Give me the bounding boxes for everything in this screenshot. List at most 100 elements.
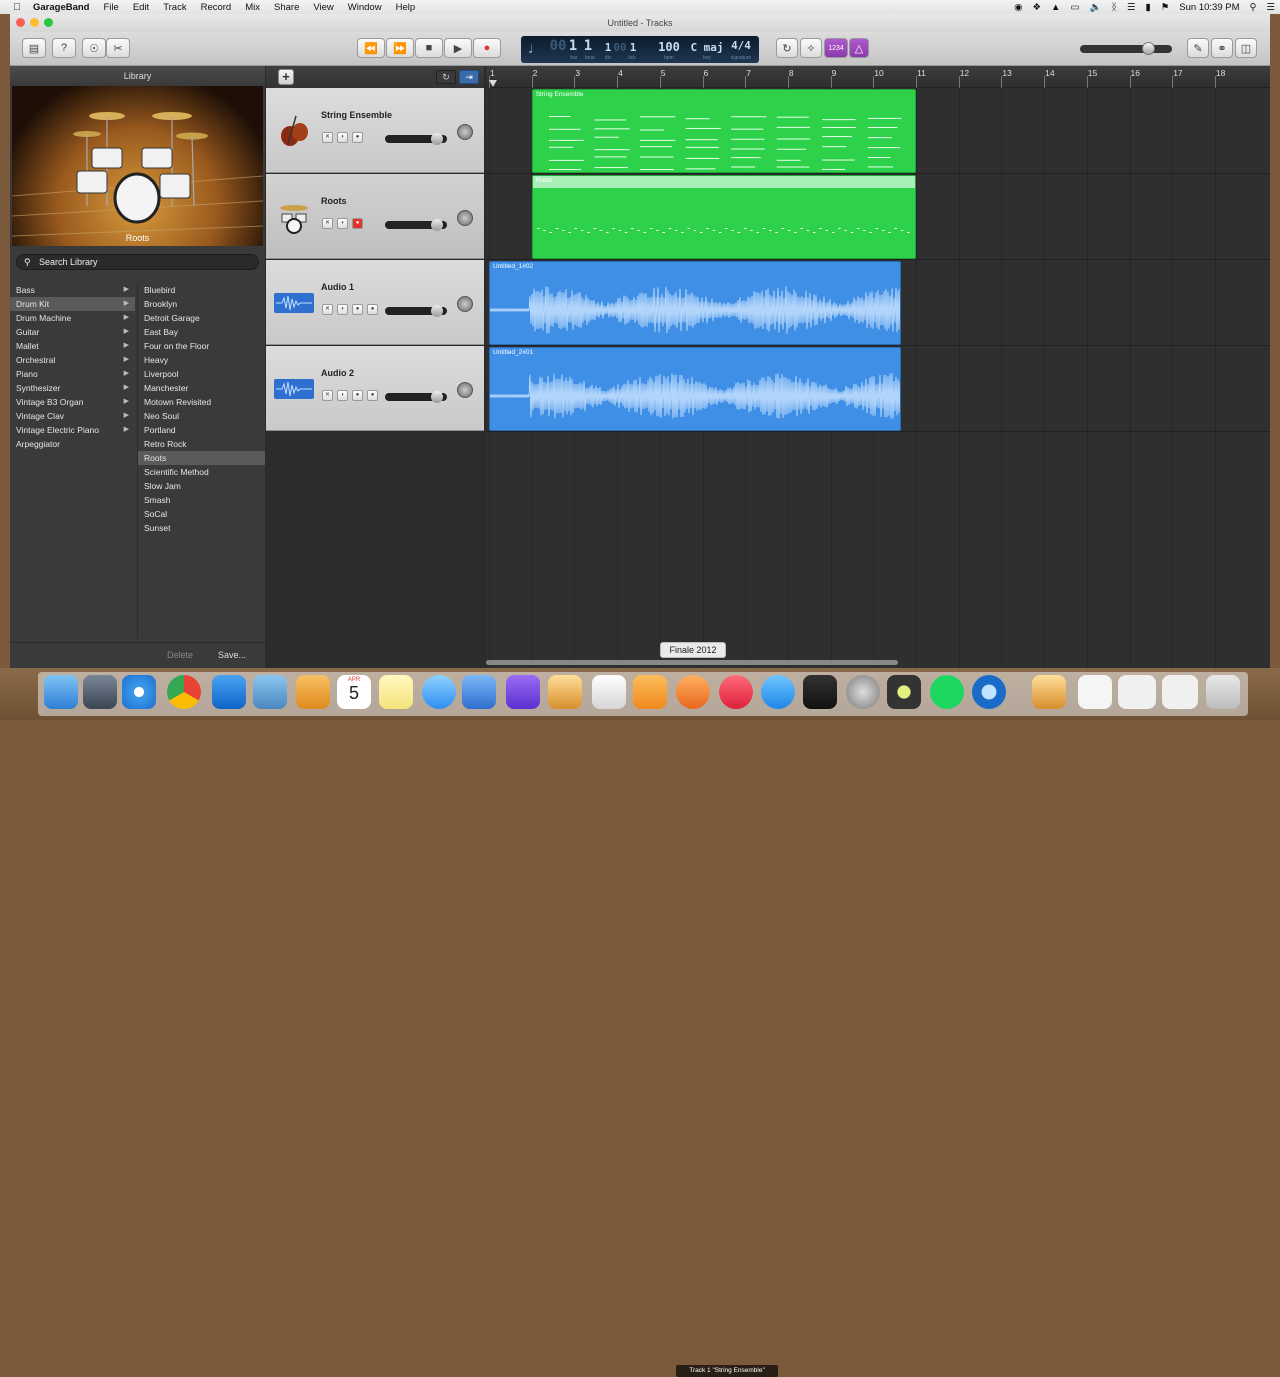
timeline-ruler[interactable]: 1 2 3 4 5 6 7 8 9 10 11 12 13 14 15 16 17 18	[486, 66, 1270, 88]
menu-edit[interactable]: Edit	[126, 2, 156, 13]
quick-help-button[interactable]: ?	[52, 38, 76, 58]
record-enable-button[interactable]: ●	[367, 304, 378, 315]
garageband-doc-icon[interactable]	[1032, 675, 1066, 709]
cycle-button[interactable]: ↻	[776, 38, 798, 58]
menu-share[interactable]: Share	[267, 2, 306, 13]
loop-browser-button[interactable]: ⚭	[1211, 38, 1233, 58]
finale-icon[interactable]	[676, 675, 710, 709]
library-category-item[interactable]: Synthesizer ▶	[10, 381, 135, 395]
menu-mix[interactable]: Mix	[238, 2, 267, 13]
track-header[interactable]: String Ensemble ✕ ◗ ●	[266, 88, 484, 173]
pages-icon[interactable]	[633, 675, 667, 709]
library-patch-item[interactable]: Slow Jam	[138, 479, 265, 493]
midi-region[interactable]: Roots	[531, 175, 916, 259]
library-category-item[interactable]: Vintage Clav ▶	[10, 409, 135, 423]
track-volume-knob[interactable]	[431, 305, 443, 317]
track-name[interactable]: Audio 1	[321, 282, 354, 292]
track-volume-knob[interactable]	[431, 133, 443, 145]
track-volume-slider[interactable]	[385, 219, 447, 231]
menu-clock[interactable]: Sun 10:39 PM	[1174, 2, 1244, 13]
library-patch-item[interactable]: Neo Soul	[138, 409, 265, 423]
library-patch-item[interactable]: East Bay	[138, 325, 265, 339]
app-store-icon[interactable]	[761, 675, 795, 709]
library-category-item[interactable]: Vintage Electric Piano ▶	[10, 423, 135, 437]
close-button[interactable]	[16, 18, 25, 27]
flex-button[interactable]: ⇥	[459, 70, 479, 84]
wifi-icon[interactable]: ☰	[1122, 2, 1141, 13]
library-toggle-button[interactable]: ▤	[22, 38, 46, 58]
track-header[interactable]: Audio 1 ✕ ◗ ● ●	[266, 260, 484, 345]
google-drive-icon[interactable]: ▲	[1046, 2, 1065, 13]
menu-help[interactable]: Help	[389, 2, 423, 13]
solo-button[interactable]: ◗	[337, 304, 348, 315]
record-status-icon[interactable]: ◉	[1009, 2, 1027, 13]
system-preferences-icon[interactable]	[846, 675, 880, 709]
track-pan-knob[interactable]	[457, 124, 473, 140]
library-category-item[interactable]: Mallet ▶	[10, 339, 135, 353]
media-browser-button[interactable]: ◫	[1235, 38, 1257, 58]
menu-view[interactable]: View	[306, 2, 340, 13]
mute-button[interactable]: ✕	[322, 132, 333, 143]
library-patch-item[interactable]: Manchester	[138, 381, 265, 395]
piano-keyboard-icon[interactable]	[803, 675, 837, 709]
messages-icon[interactable]	[422, 675, 456, 709]
chrome-window-thumbnail-2[interactable]	[1162, 675, 1198, 709]
library-patch-item[interactable]: Detroit Garage	[138, 311, 265, 325]
count-in-button[interactable]: 1234	[824, 38, 848, 58]
editors-button[interactable]: ✂	[106, 38, 130, 58]
library-patch-item[interactable]: Liverpool	[138, 367, 265, 381]
track-header[interactable]: Roots ✕ ◗ ●	[266, 174, 484, 259]
lcd-signature[interactable]: 4/4	[726, 39, 756, 52]
track-volume-knob[interactable]	[431, 391, 443, 403]
flag-icon[interactable]: ⚑	[1156, 2, 1175, 13]
trash-icon[interactable]	[1206, 675, 1240, 709]
solo-button[interactable]: ◗	[337, 218, 348, 229]
safari-icon[interactable]	[122, 675, 156, 709]
record-button[interactable]: ●	[473, 38, 501, 58]
save-patch-button[interactable]: Save...	[218, 650, 246, 660]
playhead[interactable]	[489, 80, 497, 87]
document-icon[interactable]	[1078, 675, 1112, 709]
spotify-icon[interactable]	[930, 675, 964, 709]
calendar-icon[interactable]: APR 5	[337, 675, 371, 709]
solo-button[interactable]: ◗	[337, 132, 348, 143]
master-volume-knob[interactable]	[1142, 42, 1155, 55]
launchpad-icon[interactable]	[83, 675, 117, 709]
preview-icon[interactable]	[253, 675, 287, 709]
midi-region[interactable]: String Ensemble	[531, 89, 916, 173]
notebook-icon[interactable]	[296, 675, 330, 709]
chrome-window-thumbnail[interactable]	[1118, 675, 1156, 709]
record-enable-button[interactable]: ●	[352, 218, 363, 229]
play-button[interactable]: ▶	[444, 38, 472, 58]
library-category-item[interactable]: Orchestral ▶	[10, 353, 135, 367]
menu-window[interactable]: Window	[341, 2, 389, 13]
dropbox-app-icon[interactable]	[212, 675, 246, 709]
menu-track[interactable]: Track	[156, 2, 193, 13]
library-category-item[interactable]: Drum Machine ▶	[10, 311, 135, 325]
library-patch-item[interactable]: Portland	[138, 423, 265, 437]
track-name[interactable]: String Ensemble	[321, 110, 392, 120]
library-patch-item[interactable]: Scientific Method	[138, 465, 265, 479]
catch-playhead-button[interactable]: ↻	[436, 70, 456, 84]
dropbox-icon[interactable]: ❖	[1028, 2, 1047, 13]
mute-button[interactable]: ✕	[322, 218, 333, 229]
track-volume-slider[interactable]	[385, 133, 447, 145]
track-pan-knob[interactable]	[457, 210, 473, 226]
tuner-button[interactable]: ✧	[800, 38, 822, 58]
tracks-area[interactable]: 1 2 3 4 5 6 7 8 9 10 11 12 13 14 15 16 17 18 String Ensem…	[486, 66, 1270, 668]
lcd-display[interactable]: ♩ 00 1 1 1 00 1 100 C maj 4/4 bar beat d…	[521, 36, 759, 63]
notepad-button[interactable]: ✎	[1187, 38, 1209, 58]
track-volume-slider[interactable]	[385, 305, 447, 317]
track-pan-knob[interactable]	[457, 382, 473, 398]
speaker-app-icon[interactable]	[887, 675, 921, 709]
record-enable-button[interactable]: ●	[352, 132, 363, 143]
zoom-button[interactable]	[44, 18, 53, 27]
library-category-item[interactable]: Guitar ▶	[10, 325, 135, 339]
audio-region[interactable]: Untitled_1#02	[489, 261, 902, 345]
library-patch-item[interactable]: Heavy	[138, 353, 265, 367]
search-icon[interactable]: ⚲	[1245, 2, 1262, 13]
track-header[interactable]: Audio 2 ✕ ◗ ● ●	[266, 346, 484, 431]
rewind-button[interactable]: ⏪	[357, 38, 385, 58]
track-name[interactable]: Audio 2	[321, 368, 354, 378]
mute-button[interactable]: ✕	[322, 304, 333, 315]
